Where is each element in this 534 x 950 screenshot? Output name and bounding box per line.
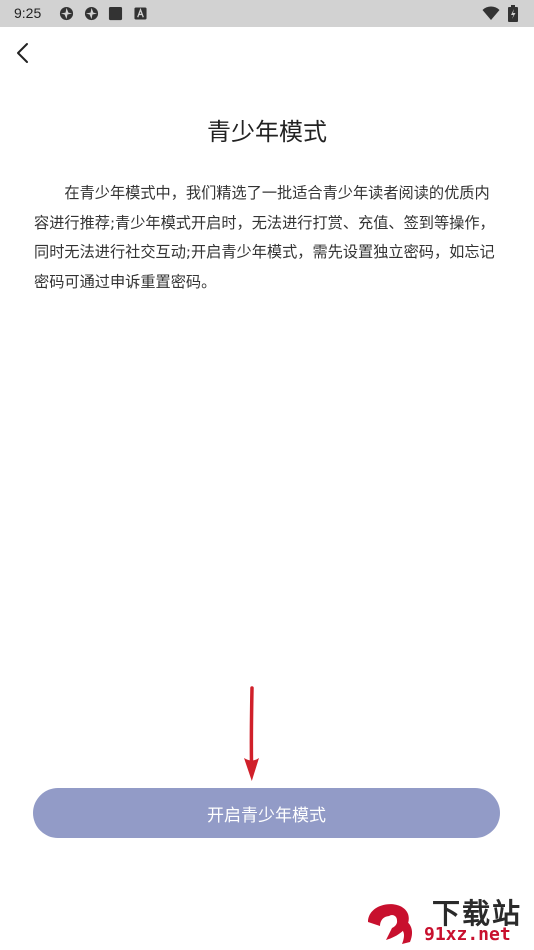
stop-icon: [108, 6, 123, 21]
watermark-url: 91xz.net: [424, 924, 511, 945]
page-title: 青少年模式: [207, 118, 327, 146]
shutter-icon: [59, 6, 74, 21]
enable-teen-mode-button[interactable]: 开启青少年模式: [33, 788, 500, 838]
site-logo: [368, 904, 413, 944]
wifi-icon: [482, 6, 500, 20]
a-icon: [134, 7, 147, 20]
back-button[interactable]: [10, 40, 36, 66]
status-time: 9:25: [14, 5, 42, 21]
red-arrow-annotation: [244, 686, 259, 781]
watermark: 下载站 91xz.net: [362, 890, 534, 950]
shutter-icon: [84, 6, 99, 21]
status-bar: 9:25: [0, 0, 534, 27]
battery-icon: [508, 5, 518, 22]
chevron-left-icon: [17, 43, 28, 63]
mode-description: 在青少年模式中，我们精选了一批适合青少年读者阅读的优质内容进行推荐;青少年模式开…: [34, 184, 495, 291]
